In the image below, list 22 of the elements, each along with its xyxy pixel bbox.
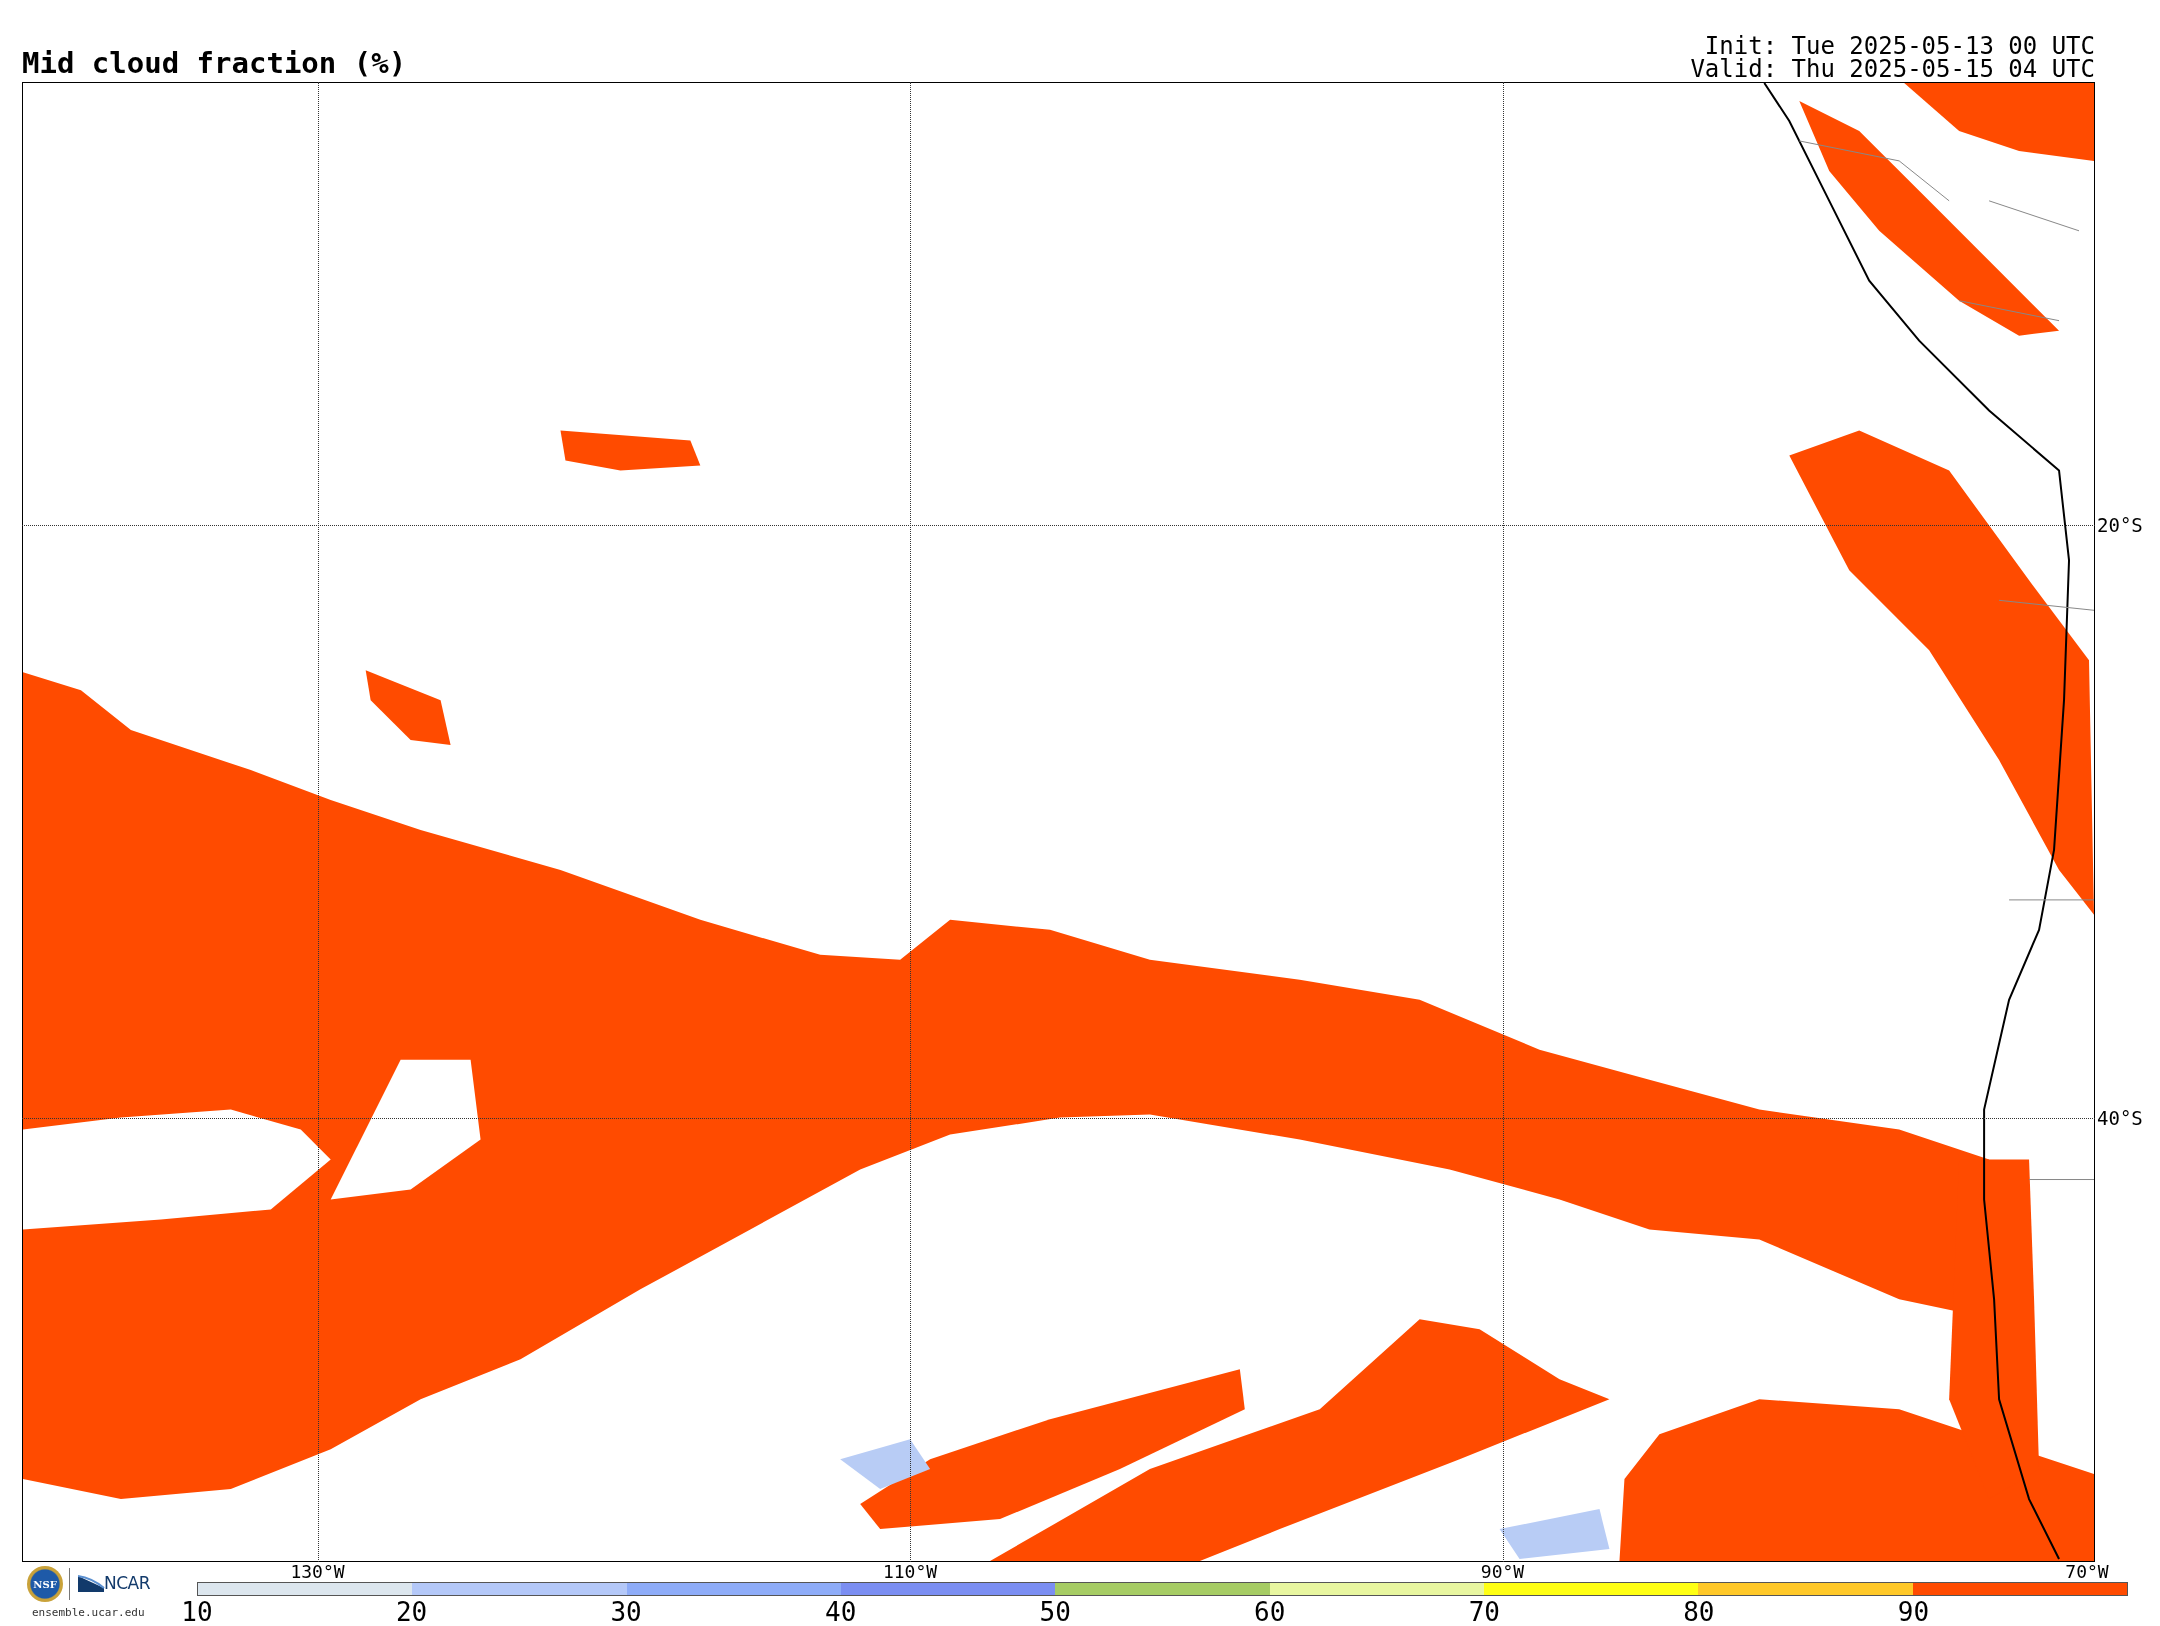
init-time: Init: Tue 2025-05-13 00 UTC xyxy=(1704,35,2095,58)
latitude-label: 40°S xyxy=(2097,1107,2143,1128)
valid-time: Valid: Thu 2025-05-15 04 UTC xyxy=(1690,58,2095,81)
ncar-logo-icon xyxy=(78,1574,106,1592)
scale-label: 50 xyxy=(1039,1598,1071,1626)
scale-label: 80 xyxy=(1683,1598,1715,1626)
scale-label: 10 xyxy=(181,1598,213,1626)
nsf-logo: NSF xyxy=(27,1566,63,1602)
latitude-label: 20°S xyxy=(2097,515,2143,535)
longitude-label: 110°W xyxy=(882,1563,938,1581)
scale-label: 20 xyxy=(395,1598,428,1626)
longitude-label: 130°W xyxy=(290,1563,345,1581)
longitude-label: 90°W xyxy=(1480,1563,1525,1581)
longitude-label: 70°W xyxy=(2065,1563,2109,1581)
scale-label: 40 xyxy=(825,1598,857,1626)
ncar-logo-text: NCAR xyxy=(104,1573,151,1593)
scale-label: 60 xyxy=(1254,1598,1286,1626)
map-title: Mid cloud fraction (%) xyxy=(22,48,407,80)
scale-label: 30 xyxy=(610,1598,642,1626)
scale-label: 90 xyxy=(1897,1598,1930,1626)
website-url: ensemble.ucar.edu xyxy=(32,1606,145,1619)
scale-label: 70 xyxy=(1468,1598,1500,1626)
